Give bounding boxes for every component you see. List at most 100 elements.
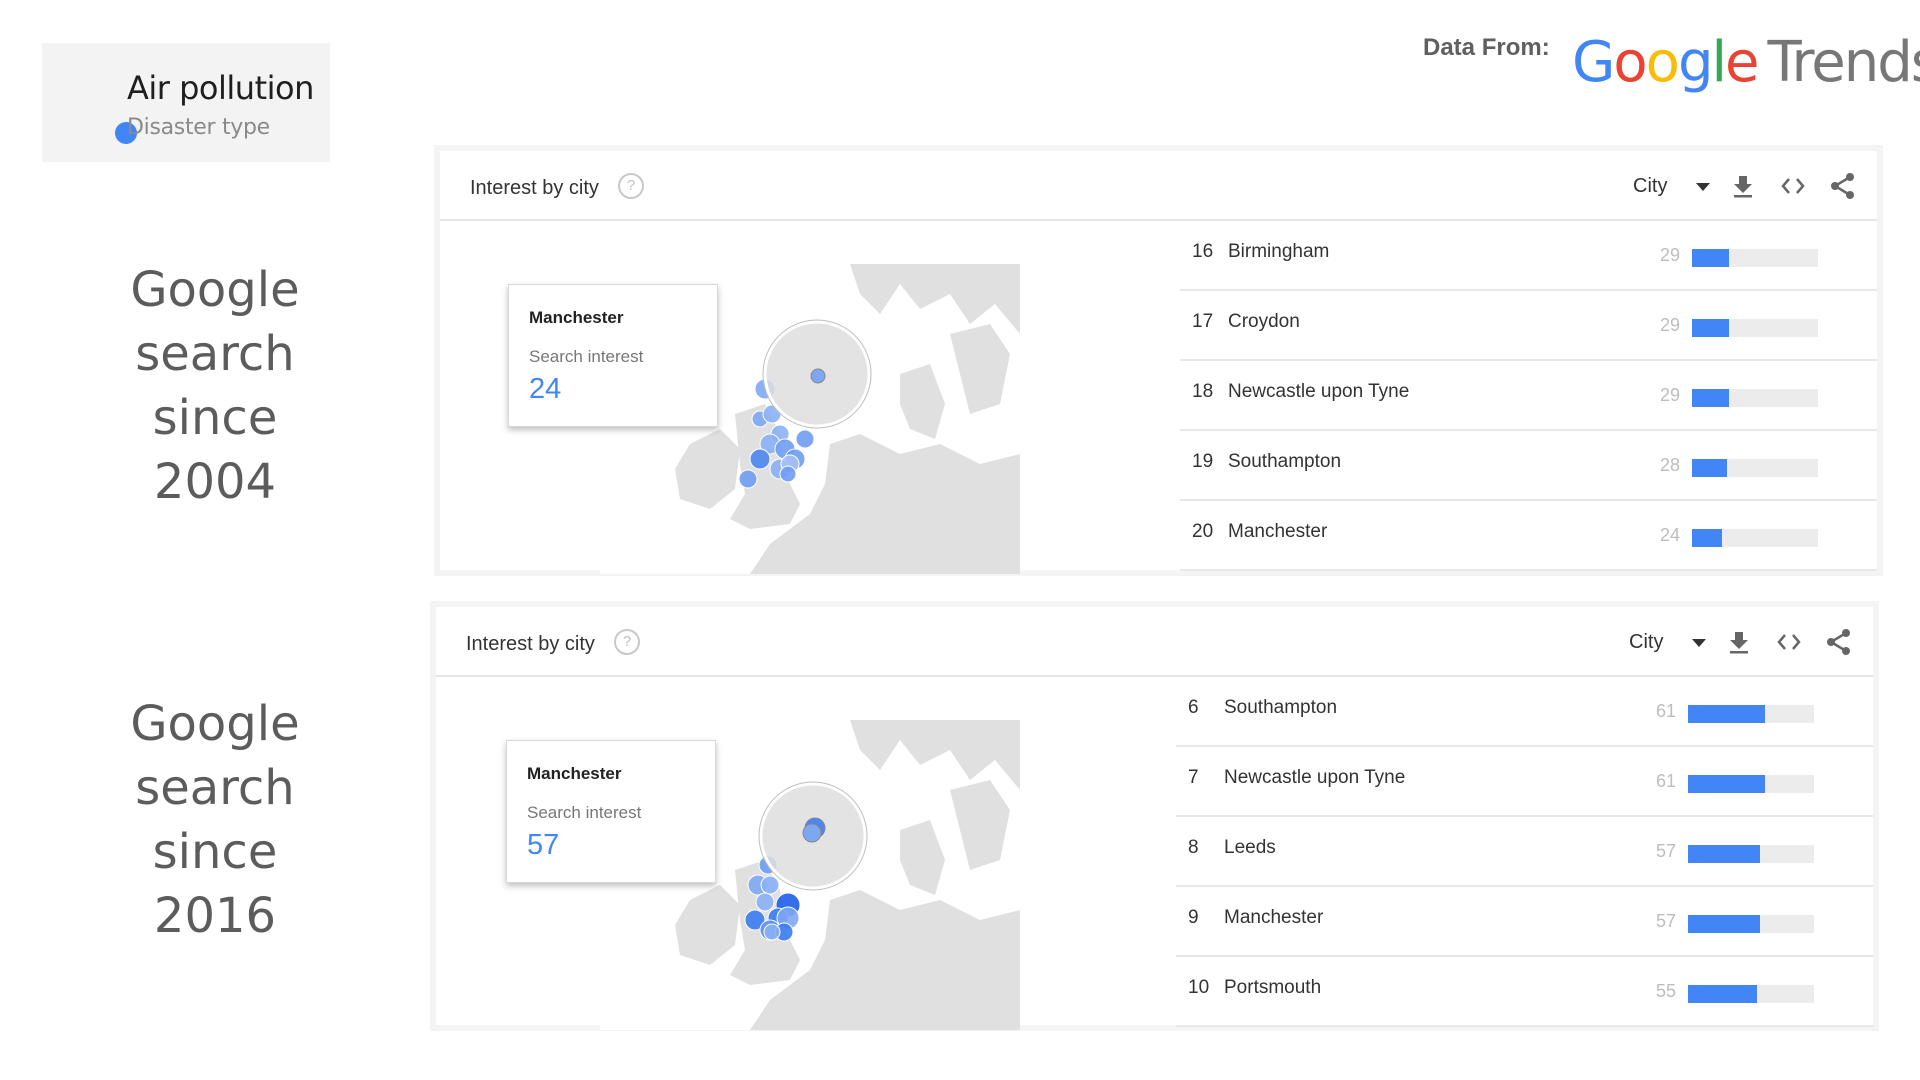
interest-bar-fill bbox=[1692, 249, 1729, 267]
interest-bar bbox=[1692, 249, 1818, 267]
tooltip-value: 24 bbox=[529, 373, 562, 405]
interest-value: 29 bbox=[1659, 315, 1680, 335]
caption-line: 2016 bbox=[153, 888, 277, 944]
interest-value: 57 bbox=[1655, 841, 1676, 861]
google-wordmark: Google bbox=[1572, 30, 1760, 95]
caption-line: since bbox=[152, 824, 278, 880]
land-shape bbox=[900, 820, 945, 895]
interest-bar-fill bbox=[1688, 915, 1760, 933]
legend-card: Air pollution Disaster type bbox=[42, 43, 330, 162]
city-bubble[interactable] bbox=[763, 923, 781, 941]
interest-bar-fill bbox=[1692, 319, 1729, 337]
city-name: Newcastle upon Tyne bbox=[1224, 767, 1406, 788]
city-name: Southampton bbox=[1228, 451, 1342, 472]
tooltip-value: 57 bbox=[527, 829, 560, 861]
logo-letter: g bbox=[1677, 30, 1714, 95]
city-bubble[interactable] bbox=[749, 448, 771, 470]
legend-title: Air pollution bbox=[127, 69, 314, 107]
land-shape bbox=[850, 264, 1020, 334]
interest-bar-fill bbox=[1692, 389, 1729, 407]
city-rank: 9 bbox=[1188, 907, 1199, 928]
city-bubble[interactable] bbox=[755, 892, 775, 912]
city-bubble[interactable] bbox=[760, 875, 780, 895]
tooltip-city: Manchester bbox=[527, 764, 622, 783]
city-bubble[interactable] bbox=[779, 465, 797, 483]
city-row[interactable]: 19 Southampton 28 bbox=[1180, 429, 1877, 501]
panel-title: Interest by city bbox=[470, 177, 599, 199]
interest-bar-fill bbox=[1688, 845, 1760, 863]
interest-value: 61 bbox=[1655, 701, 1676, 721]
map-tooltip: Manchester Search interest 24 bbox=[508, 284, 718, 427]
data-from-label: Data From: bbox=[1423, 34, 1550, 61]
land-shape bbox=[850, 720, 1020, 790]
city-row[interactable]: 18 Newcastle upon Tyne 29 bbox=[1180, 359, 1877, 431]
city-bubble[interactable] bbox=[795, 429, 815, 449]
logo-letter: G bbox=[1572, 30, 1615, 95]
land-shape bbox=[950, 324, 1010, 414]
help-icon[interactable]: ? bbox=[618, 173, 644, 199]
city-row[interactable]: 20 Manchester 24 bbox=[1180, 499, 1877, 571]
city-bubble[interactable] bbox=[738, 469, 758, 489]
logo-letter: l bbox=[1711, 30, 1727, 95]
city-name: Portsmouth bbox=[1224, 977, 1322, 998]
interest-value: 61 bbox=[1655, 771, 1676, 791]
city-name: Leeds bbox=[1224, 837, 1276, 858]
city-row[interactable]: 10 Portsmouth 55 bbox=[1176, 955, 1873, 1027]
tooltip-city: Manchester bbox=[529, 308, 624, 327]
caption-line: 2004 bbox=[153, 454, 277, 510]
city-row[interactable]: 9 Manchester 57 bbox=[1176, 885, 1873, 957]
city-rank: 17 bbox=[1192, 311, 1214, 332]
city-row[interactable]: 6 Southampton 61 bbox=[1176, 675, 1873, 747]
interest-bar bbox=[1692, 389, 1818, 407]
logo-letter: e bbox=[1725, 30, 1759, 95]
city-rank: 7 bbox=[1188, 767, 1199, 788]
land-shape bbox=[950, 780, 1010, 870]
interest-bar-fill bbox=[1688, 985, 1758, 1003]
city-name: Manchester bbox=[1224, 907, 1324, 928]
caption-2004: Google search since 2004 bbox=[100, 258, 330, 514]
land-shape bbox=[675, 885, 740, 965]
interest-value: 55 bbox=[1655, 981, 1676, 1001]
focused-city-bubble[interactable] bbox=[802, 823, 822, 843]
caption-line: search bbox=[135, 760, 295, 816]
city-rank: 16 bbox=[1192, 241, 1214, 262]
land-shape bbox=[900, 364, 945, 439]
city-name: Newcastle upon Tyne bbox=[1228, 381, 1410, 402]
interest-bar bbox=[1692, 319, 1818, 337]
interest-value: 28 bbox=[1659, 455, 1680, 475]
google-trends-logo: GoogleTrends bbox=[1572, 30, 1920, 95]
city-row[interactable]: 8 Leeds 57 bbox=[1176, 815, 1873, 887]
city-name: Croydon bbox=[1228, 311, 1300, 332]
interest-value: 57 bbox=[1655, 911, 1676, 931]
interest-bar bbox=[1688, 775, 1814, 793]
tooltip-label: Search interest bbox=[527, 803, 642, 822]
interest-bar-fill bbox=[1688, 775, 1765, 793]
interest-bar-fill bbox=[1692, 459, 1728, 477]
city-name: Birmingham bbox=[1228, 241, 1330, 262]
interest-bar bbox=[1688, 705, 1814, 723]
caption-line: Google bbox=[130, 262, 300, 318]
map-tooltip: Manchester Search interest 57 bbox=[506, 740, 716, 883]
caption-line: Google bbox=[130, 696, 300, 752]
help-icon[interactable]: ? bbox=[614, 629, 640, 655]
caption-2016: Google search since 2016 bbox=[100, 692, 330, 948]
city-row[interactable]: 17 Croydon 29 bbox=[1180, 289, 1877, 361]
logo-letter: o bbox=[1645, 30, 1680, 95]
panel-title: Interest by city bbox=[466, 633, 595, 655]
city-rank: 6 bbox=[1188, 697, 1199, 718]
interest-value: 24 bbox=[1659, 525, 1680, 545]
tooltip-label: Search interest bbox=[529, 347, 644, 366]
interest-bar bbox=[1692, 459, 1818, 477]
trends-wordmark: Trends bbox=[1767, 30, 1920, 95]
city-row[interactable]: 16 Birmingham 29 bbox=[1180, 219, 1877, 291]
caption-line: since bbox=[152, 390, 278, 446]
city-rank: 20 bbox=[1192, 521, 1214, 542]
city-name: Manchester bbox=[1228, 521, 1328, 542]
city-row[interactable]: 7 Newcastle upon Tyne 61 bbox=[1176, 745, 1873, 817]
legend-subtitle: Disaster type bbox=[127, 115, 270, 140]
interest-value: 29 bbox=[1659, 385, 1680, 405]
interest-bar bbox=[1688, 845, 1814, 863]
focused-city-bubble[interactable] bbox=[810, 368, 826, 384]
interest-bar-fill bbox=[1692, 529, 1723, 547]
city-name: Southampton bbox=[1224, 697, 1338, 718]
